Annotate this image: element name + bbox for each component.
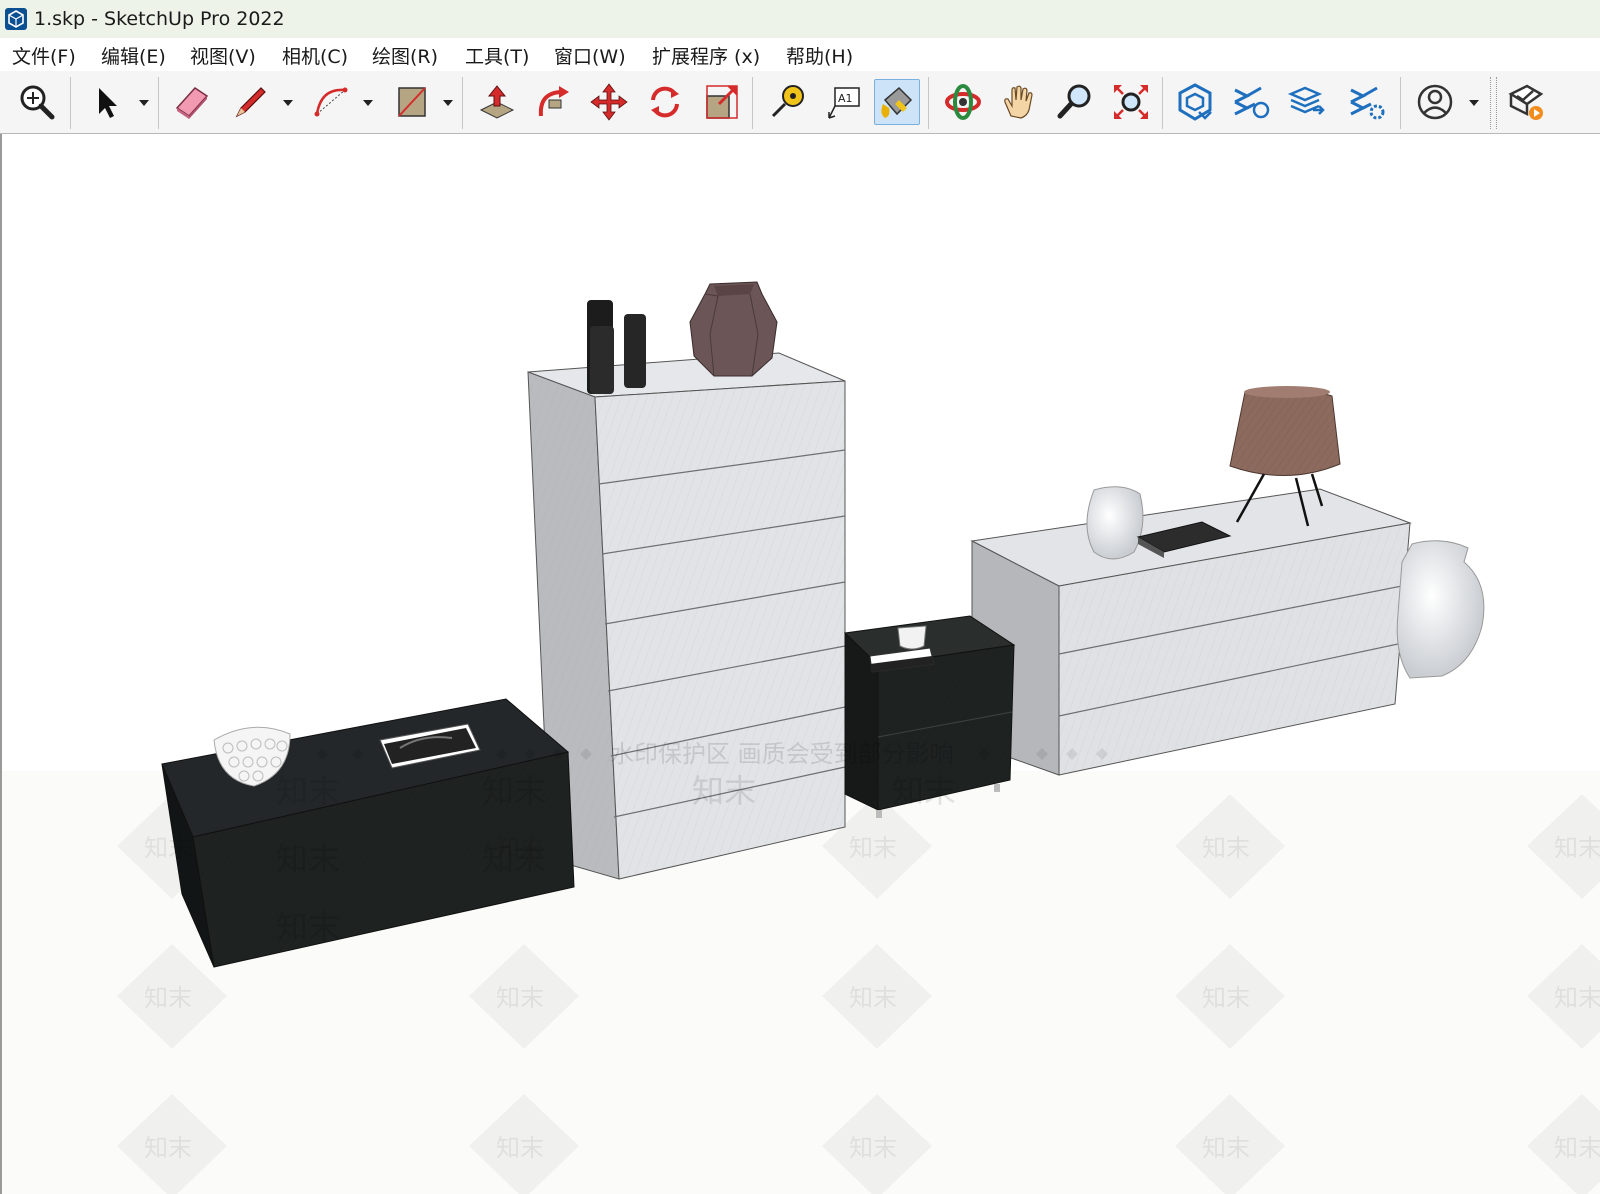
main-toolbar: A1 bbox=[0, 71, 1600, 134]
scale-icon[interactable] bbox=[698, 79, 744, 125]
arc-icon[interactable] bbox=[308, 79, 354, 125]
pencil-line-icon[interactable] bbox=[228, 79, 274, 125]
watermark-logo-text: 知末 bbox=[496, 1134, 544, 1162]
scene-canvas[interactable]: 水印保护区 画质会受到部分影响 知末 知末 知末 知末 知末 知末 知末 知末 … bbox=[2, 134, 1600, 1194]
orbit-icon[interactable] bbox=[940, 79, 986, 125]
menu-help[interactable]: 帮助(H) bbox=[786, 42, 853, 69]
menu-window[interactable]: 窗口(W) bbox=[554, 42, 626, 69]
watermark-logo-text: 知末 bbox=[692, 772, 756, 810]
zoom-icon[interactable] bbox=[14, 79, 60, 125]
toolbar-separator bbox=[158, 77, 159, 129]
menu-bar: 文件(F) 编辑(E) 视图(V) 相机(C) 绘图(R) 工具(T) 窗口(W… bbox=[0, 38, 1600, 71]
watermark-logo-text: 知末 bbox=[849, 834, 897, 862]
sketchup-logo-icon bbox=[5, 8, 27, 30]
3d-warehouse-icon[interactable] bbox=[1172, 79, 1218, 125]
watermark-logo-text: 知末 bbox=[496, 834, 544, 862]
zoom-extents-icon[interactable] bbox=[1108, 79, 1154, 125]
watermark-logo-text: 知末 bbox=[1554, 984, 1600, 1012]
watermark-logo-text: 知末 bbox=[892, 772, 956, 810]
watermark-logo-text: 知末 bbox=[482, 772, 546, 810]
title-bar: 1.skp - SketchUp Pro 2022 bbox=[0, 0, 1600, 38]
toolbar-separator bbox=[462, 77, 463, 129]
chevron-down-icon[interactable] bbox=[282, 97, 294, 109]
paint-bucket-icon[interactable] bbox=[874, 79, 920, 125]
watermark-logo-text: 知末 bbox=[849, 984, 897, 1012]
toolbar-grip[interactable] bbox=[1490, 77, 1497, 129]
select-arrow-icon[interactable] bbox=[82, 79, 128, 125]
toolbar-separator bbox=[70, 77, 71, 129]
white-floor-urn[interactable] bbox=[1396, 540, 1485, 679]
window-title: 1.skp - SketchUp Pro 2022 bbox=[34, 8, 285, 30]
follow-me-icon[interactable] bbox=[530, 79, 576, 125]
trimble-connect-icon[interactable] bbox=[1502, 79, 1548, 125]
menu-extensions[interactable]: 扩展程序 (x) bbox=[652, 42, 760, 69]
menu-camera[interactable]: 相机(C) bbox=[282, 42, 348, 69]
move-icon[interactable] bbox=[586, 79, 632, 125]
account-icon[interactable] bbox=[1412, 79, 1458, 125]
pan-hand-icon[interactable] bbox=[996, 79, 1042, 125]
layout-send-icon[interactable] bbox=[1284, 79, 1330, 125]
zoom-magnifier-icon[interactable] bbox=[1052, 79, 1098, 125]
menu-file[interactable]: 文件(F) bbox=[12, 42, 76, 69]
watermark-logo-text: 知末 bbox=[1202, 984, 1250, 1012]
text-label-icon[interactable]: A1 bbox=[820, 79, 866, 125]
eraser-icon[interactable] bbox=[168, 79, 214, 125]
toolbar-separator bbox=[752, 77, 753, 129]
watermark-logo-text: 知末 bbox=[276, 840, 340, 878]
rotate-icon[interactable] bbox=[642, 79, 688, 125]
extension-manager-icon[interactable] bbox=[1344, 79, 1390, 125]
watermark-logo-text: 知末 bbox=[144, 834, 192, 862]
toolbar-separator bbox=[928, 77, 929, 129]
chevron-down-icon[interactable] bbox=[138, 97, 150, 109]
tall-dresser[interactable] bbox=[527, 352, 846, 880]
watermark-logo-text: 知末 bbox=[276, 908, 340, 946]
toolbar-separator bbox=[1400, 77, 1401, 129]
extension-warehouse-icon[interactable] bbox=[1228, 79, 1274, 125]
watermark-logo-text: 知末 bbox=[496, 984, 544, 1012]
watermark-logo-text: 知末 bbox=[276, 772, 340, 810]
menu-view[interactable]: 视图(V) bbox=[190, 42, 256, 69]
brown-faceted-vase[interactable] bbox=[689, 281, 778, 377]
watermark-logo-text: 知末 bbox=[144, 984, 192, 1012]
chevron-down-icon[interactable] bbox=[442, 97, 454, 109]
watermark-logo-text: 知末 bbox=[144, 1134, 192, 1162]
watermark-banner-text: 水印保护区 画质会受到部分影响 bbox=[610, 740, 954, 768]
toolbar-separator bbox=[1162, 77, 1163, 129]
watermark-logo-text: 知末 bbox=[1202, 1134, 1250, 1162]
push-pull-icon[interactable] bbox=[474, 79, 520, 125]
watermark-logo-text: 知末 bbox=[1554, 834, 1600, 862]
chevron-down-icon[interactable] bbox=[362, 97, 374, 109]
watermark-logo-text: 知末 bbox=[1554, 1134, 1600, 1162]
menu-draw[interactable]: 绘图(R) bbox=[372, 42, 438, 69]
menu-tools[interactable]: 工具(T) bbox=[465, 42, 529, 69]
rectangle-icon[interactable] bbox=[388, 79, 434, 125]
watermark-logo-text: 知末 bbox=[849, 1134, 897, 1162]
menu-edit[interactable]: 编辑(E) bbox=[101, 42, 166, 69]
white-ceramic-vase[interactable] bbox=[1086, 486, 1144, 560]
modeling-viewport[interactable]: 水印保护区 画质会受到部分影响 知末 知末 知末 知末 知末 知末 知末 知末 … bbox=[0, 134, 1600, 1194]
watermark-logo-text: 知末 bbox=[1202, 834, 1250, 862]
text-label-icon-text: A1 bbox=[838, 92, 853, 105]
tape-measure-icon[interactable] bbox=[764, 79, 810, 125]
chevron-down-icon[interactable] bbox=[1468, 97, 1480, 109]
